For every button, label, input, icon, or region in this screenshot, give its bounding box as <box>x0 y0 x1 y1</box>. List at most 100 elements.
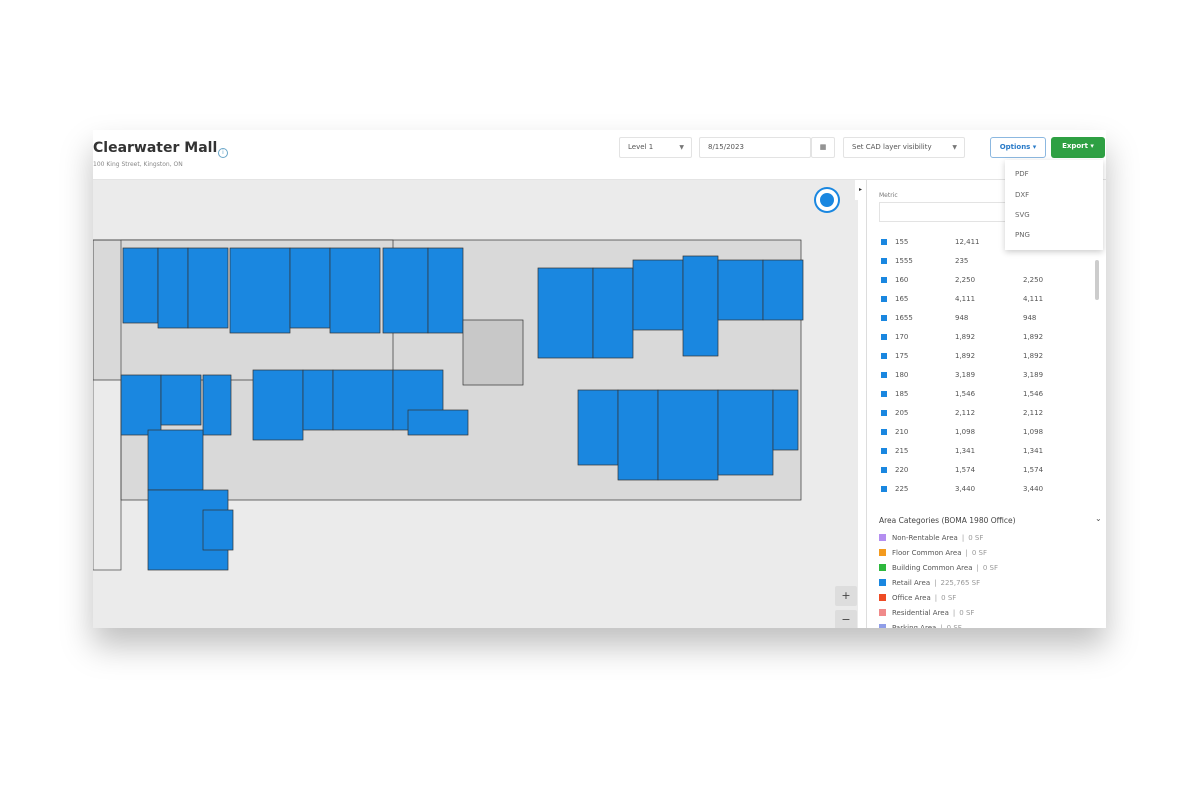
category-name: Parking Area <box>892 623 937 629</box>
area-category[interactable]: Retail Area | 225,765 SF <box>879 575 980 590</box>
options-button[interactable]: Options ▾ <box>990 137 1046 158</box>
floor-plan-map[interactable]: + − <box>93 180 858 628</box>
collapse-panel-button[interactable]: ▸ <box>855 180 866 200</box>
area-category[interactable]: Parking Area | 0 SF <box>879 620 962 628</box>
area-value-2: 1,574 <box>1023 465 1044 474</box>
metric-row[interactable]: 205 2,112 2,112 <box>881 403 1093 422</box>
floor-unit[interactable] <box>577 389 619 466</box>
metric-row[interactable]: 225 3,440 3,440 <box>881 479 1093 498</box>
unit-id: 1555 <box>895 256 913 265</box>
floor-unit[interactable] <box>617 389 659 481</box>
floor-unit[interactable] <box>382 247 429 334</box>
metric-row[interactable]: 210 1,098 1,098 <box>881 422 1093 441</box>
floor-unit[interactable] <box>229 247 291 334</box>
floor-unit[interactable] <box>252 369 304 441</box>
floor-unit[interactable] <box>329 247 381 334</box>
area-value: 3,189 <box>955 370 976 379</box>
category-swatch <box>879 624 886 628</box>
metric-row[interactable]: 185 1,546 1,546 <box>881 384 1093 403</box>
area-category[interactable]: Office Area | 0 SF <box>879 590 956 605</box>
metric-row[interactable]: 160 2,250 2,250 <box>881 270 1093 289</box>
area-category[interactable]: Non-Rentable Area | 0 SF <box>879 530 983 545</box>
metric-row[interactable]: 180 3,189 3,189 <box>881 365 1093 384</box>
category-name: Residential Area <box>892 608 949 617</box>
unit-id: 155 <box>895 237 909 246</box>
floor-unit[interactable] <box>427 247 464 334</box>
floor-unit[interactable] <box>187 247 229 329</box>
color-swatch <box>881 295 887 302</box>
floor-unit[interactable] <box>657 389 719 481</box>
category-value: 0 SF <box>982 563 998 572</box>
recenter-icon[interactable] <box>816 189 838 211</box>
metric-row[interactable]: 1655 948 948 <box>881 308 1093 327</box>
area-value: 1,546 <box>955 389 976 398</box>
color-swatch <box>881 257 887 264</box>
floor-unit[interactable] <box>762 259 804 321</box>
floor-unit[interactable] <box>302 369 334 431</box>
calendar-icon[interactable]: ▦ <box>811 137 835 158</box>
floor-unit[interactable] <box>332 369 394 431</box>
info-icon[interactable]: i <box>218 148 228 158</box>
floor-unit[interactable] <box>160 374 202 426</box>
area-value-2: 1,892 <box>1023 332 1044 341</box>
export-button[interactable]: Export ▾ <box>1051 137 1105 158</box>
category-swatch <box>879 594 886 601</box>
area-value: 3,440 <box>955 484 976 493</box>
category-swatch <box>879 564 886 571</box>
floor-unit[interactable] <box>120 374 162 436</box>
floor-unit[interactable] <box>772 389 799 451</box>
floor-unit[interactable] <box>592 267 634 359</box>
floor-unit[interactable] <box>537 267 594 359</box>
area-category[interactable]: Building Common Area | 0 SF <box>879 560 998 575</box>
floor-unit[interactable] <box>632 259 684 331</box>
scrollbar[interactable] <box>1095 260 1099 300</box>
metric-row[interactable]: 175 1,892 1,892 <box>881 346 1093 365</box>
export-png[interactable]: PNG <box>1015 231 1030 239</box>
floor-unit[interactable] <box>289 247 331 329</box>
category-swatch <box>879 534 886 541</box>
unit-id: 210 <box>895 427 909 436</box>
unit-id: 220 <box>895 465 909 474</box>
export-pdf[interactable]: PDF <box>1015 170 1029 178</box>
category-name: Non-Rentable Area <box>892 533 958 542</box>
metric-row[interactable]: 170 1,892 1,892 <box>881 327 1093 346</box>
zoom-in-button[interactable]: + <box>835 586 857 606</box>
floor-unit[interactable] <box>122 247 159 324</box>
export-svg[interactable]: SVG <box>1015 211 1030 219</box>
address: 100 King Street, Kingston, ON <box>93 161 183 168</box>
export-dxf[interactable]: DXF <box>1015 191 1029 199</box>
area-value-2: 3,189 <box>1023 370 1044 379</box>
area-value-2: 1,341 <box>1023 446 1044 455</box>
area-category[interactable]: Floor Common Area | 0 SF <box>879 545 987 560</box>
categories-title: Area Categories (BOMA 1980 Office) <box>879 516 1016 525</box>
area-category[interactable]: Residential Area | 0 SF <box>879 605 974 620</box>
color-swatch <box>881 466 887 473</box>
unit-id: 205 <box>895 408 909 417</box>
area-value: 948 <box>955 313 969 322</box>
category-value: 0 SF <box>968 533 984 542</box>
color-swatch <box>881 428 887 435</box>
area-value-2: 2,250 <box>1023 275 1044 284</box>
floor-unit[interactable] <box>147 429 204 491</box>
floor-unit[interactable] <box>682 255 719 357</box>
date-input[interactable]: 8/15/2023 <box>699 137 811 158</box>
floor-unit[interactable] <box>462 319 524 386</box>
metric-label: Metric <box>879 192 898 199</box>
floor-unit[interactable] <box>202 509 234 551</box>
metric-row[interactable]: 220 1,574 1,574 <box>881 460 1093 479</box>
unit-id: 185 <box>895 389 909 398</box>
cad-layer-select[interactable]: Set CAD layer visibility ▼ <box>843 137 965 158</box>
area-value: 1,574 <box>955 465 976 474</box>
chevron-down-icon[interactable]: ⌄ <box>1095 514 1102 523</box>
metric-row[interactable]: 1555 235 <box>881 251 1093 270</box>
floor-unit[interactable] <box>407 409 469 436</box>
floor-unit[interactable] <box>717 389 774 476</box>
metric-row[interactable]: 165 4,111 4,111 <box>881 289 1093 308</box>
level-select[interactable]: Level 1 ▼ <box>619 137 692 158</box>
zoom-out-button[interactable]: − <box>835 610 857 628</box>
metric-row[interactable]: 215 1,341 1,341 <box>881 441 1093 460</box>
floor-unit[interactable] <box>157 247 189 329</box>
floor-unit[interactable] <box>717 259 764 321</box>
color-swatch <box>881 485 887 492</box>
floor-unit[interactable] <box>202 374 232 436</box>
